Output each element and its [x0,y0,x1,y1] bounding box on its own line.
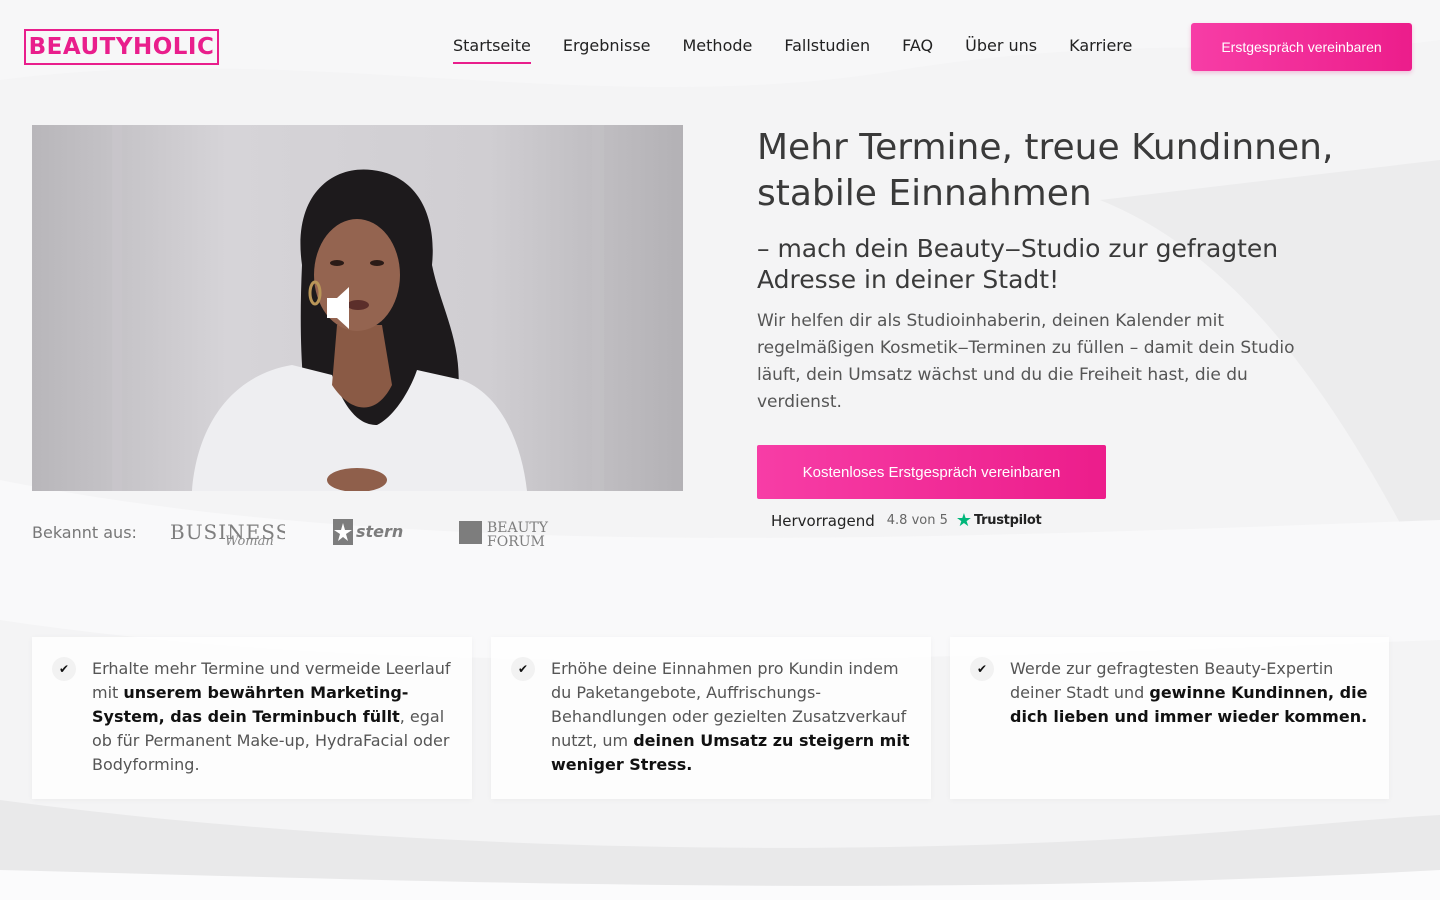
feature-card: ✔ Erhalte mehr Termine und vermeide Leer… [32,637,472,799]
hero-video[interactable] [32,125,683,491]
hero-subheadline: – mach dein Beauty‒Studio zur gefragten … [757,234,1279,294]
video-frame [32,125,683,491]
trustpilot-rating[interactable]: Hervorragend 4.8 von 5 ★ Trustpilot [771,510,1042,531]
hero-headline: Mehr Termine, treue Kundinnen, stabile E… [757,127,1334,214]
known-from-label: Bekannt aus: [32,522,137,542]
beauty-forum-logo: BEAUTY FORUM [458,517,557,547]
feature-card: ✔ Erhöhe deine Einnahmen pro Kundin inde… [491,637,931,799]
hero-description: Wir helfen dir als Studioinhaberin, dein… [757,311,1295,412]
site-header: BEAUTYHOLIC Startseite Ergebnisse Method… [0,0,1440,92]
feature-cards: ✔ Erhalte mehr Termine und vermeide Leer… [32,637,1389,799]
nav-item-faq[interactable]: FAQ [902,36,933,64]
svg-text:FORUM: FORUM [487,534,545,547]
feature-text: Erhalte mehr Termine und vermeide Leerla… [92,659,451,774]
svg-text:stern: stern [356,522,403,541]
feature-text: Erhöhe deine Einnahmen pro Kundin indem … [551,659,910,774]
nav-item-methode[interactable]: Methode [683,36,753,64]
nav-item-ueber-uns[interactable]: Über uns [965,36,1037,64]
trustpilot-star-icon: ★ [955,510,973,531]
brand-logo[interactable]: BEAUTYHOLIC [24,29,219,65]
feature-card: ✔ Werde zur gefragtesten Beauty-Expertin… [950,637,1389,799]
main-nav: Startseite Ergebnisse Methode Fallstudie… [453,36,1164,64]
checkmark-icon: ✔ [511,657,535,681]
hero-text: Mehr Termine, treue Kundinnen, stabile E… [757,125,1377,416]
checkmark-icon: ✔ [970,657,994,681]
trustpilot-logo: Trustpilot [974,513,1042,528]
nav-item-startseite[interactable]: Startseite [453,36,531,64]
stern-logo: stern [332,517,411,547]
feature-text: Werde zur gefragtesten Beauty-Expertin d… [1010,659,1368,726]
checkmark-icon: ✔ [52,657,76,681]
nav-item-karriere[interactable]: Karriere [1069,36,1132,64]
rating-score: 4.8 von 5 [886,513,948,528]
business-woman-logo: BUSINESS Woman [170,517,285,547]
nav-item-ergebnisse[interactable]: Ergebnisse [563,36,651,64]
hero-cta-button[interactable]: Kostenloses Erstgespräch vereinbaren [757,445,1106,499]
nav-item-fallstudien[interactable]: Fallstudien [784,36,870,64]
known-from-bar: Bekannt aus: BUSINESS Woman stern BEAUTY… [32,514,557,550]
header-cta-button[interactable]: Erstgespräch vereinbaren [1191,23,1412,71]
rating-word: Hervorragend [771,511,875,530]
svg-text:Woman: Woman [225,534,274,547]
